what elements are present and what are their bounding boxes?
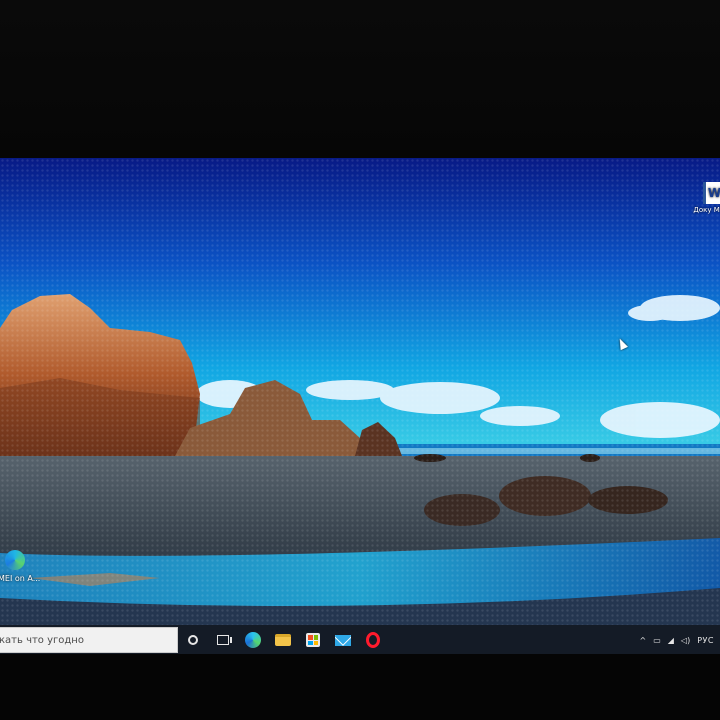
taskbar: кать что угодно ^ ▭ ◢ ◁) РУС <box>0 625 720 654</box>
photo-frame: W Доку Micro MEI on A... кать что угодно <box>0 0 720 720</box>
language-indicator[interactable]: РУС <box>697 636 714 645</box>
taskbar-explorer-button[interactable] <box>268 625 298 654</box>
search-input[interactable]: кать что угодно <box>0 627 178 653</box>
cortana-icon <box>188 635 198 645</box>
desktop-screen: W Доку Micro MEI on A... кать что угодно <box>0 158 720 654</box>
file-explorer-icon <box>275 634 291 646</box>
taskbar-store-button[interactable] <box>298 625 328 654</box>
desktop-icon-label: Доку Micro <box>693 206 720 214</box>
battery-icon[interactable]: ▭ <box>653 636 661 645</box>
taskbar-edge-button[interactable] <box>238 625 268 654</box>
mail-icon <box>335 634 351 646</box>
monitor-bezel-top <box>0 0 720 160</box>
task-view-button[interactable] <box>208 625 238 654</box>
desktop-wallpaper <box>0 158 720 628</box>
taskbar-mail-button[interactable] <box>328 625 358 654</box>
desktop-icon-label: MEI on A... <box>0 574 41 583</box>
opera-icon <box>366 632 380 648</box>
search-placeholder: кать что угодно <box>0 634 84 646</box>
edge-icon <box>245 632 261 648</box>
word-icon: W <box>702 182 720 204</box>
volume-icon[interactable]: ◁) <box>681 636 690 645</box>
monitor-bezel-bottom <box>0 654 720 720</box>
task-view-icon <box>217 635 232 645</box>
show-hidden-icons-chevron-icon[interactable]: ^ <box>640 636 647 645</box>
desktop-icon-word[interactable]: W Доку Micro <box>693 182 720 215</box>
store-icon <box>306 633 320 647</box>
desktop-icon-edge[interactable]: MEI on A... <box>0 550 41 583</box>
taskbar-opera-button[interactable] <box>358 625 388 654</box>
edge-icon <box>5 550 25 570</box>
cortana-button[interactable] <box>178 625 208 654</box>
network-icon[interactable]: ◢ <box>668 636 674 645</box>
system-tray: ^ ▭ ◢ ◁) РУС <box>640 636 720 645</box>
